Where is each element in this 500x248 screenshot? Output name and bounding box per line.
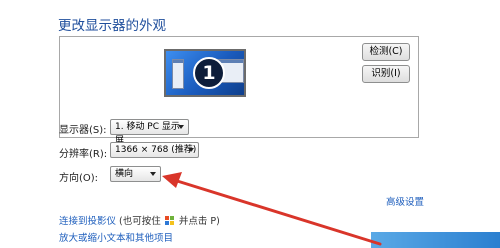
annotation-arrow-icon [162, 172, 382, 246]
